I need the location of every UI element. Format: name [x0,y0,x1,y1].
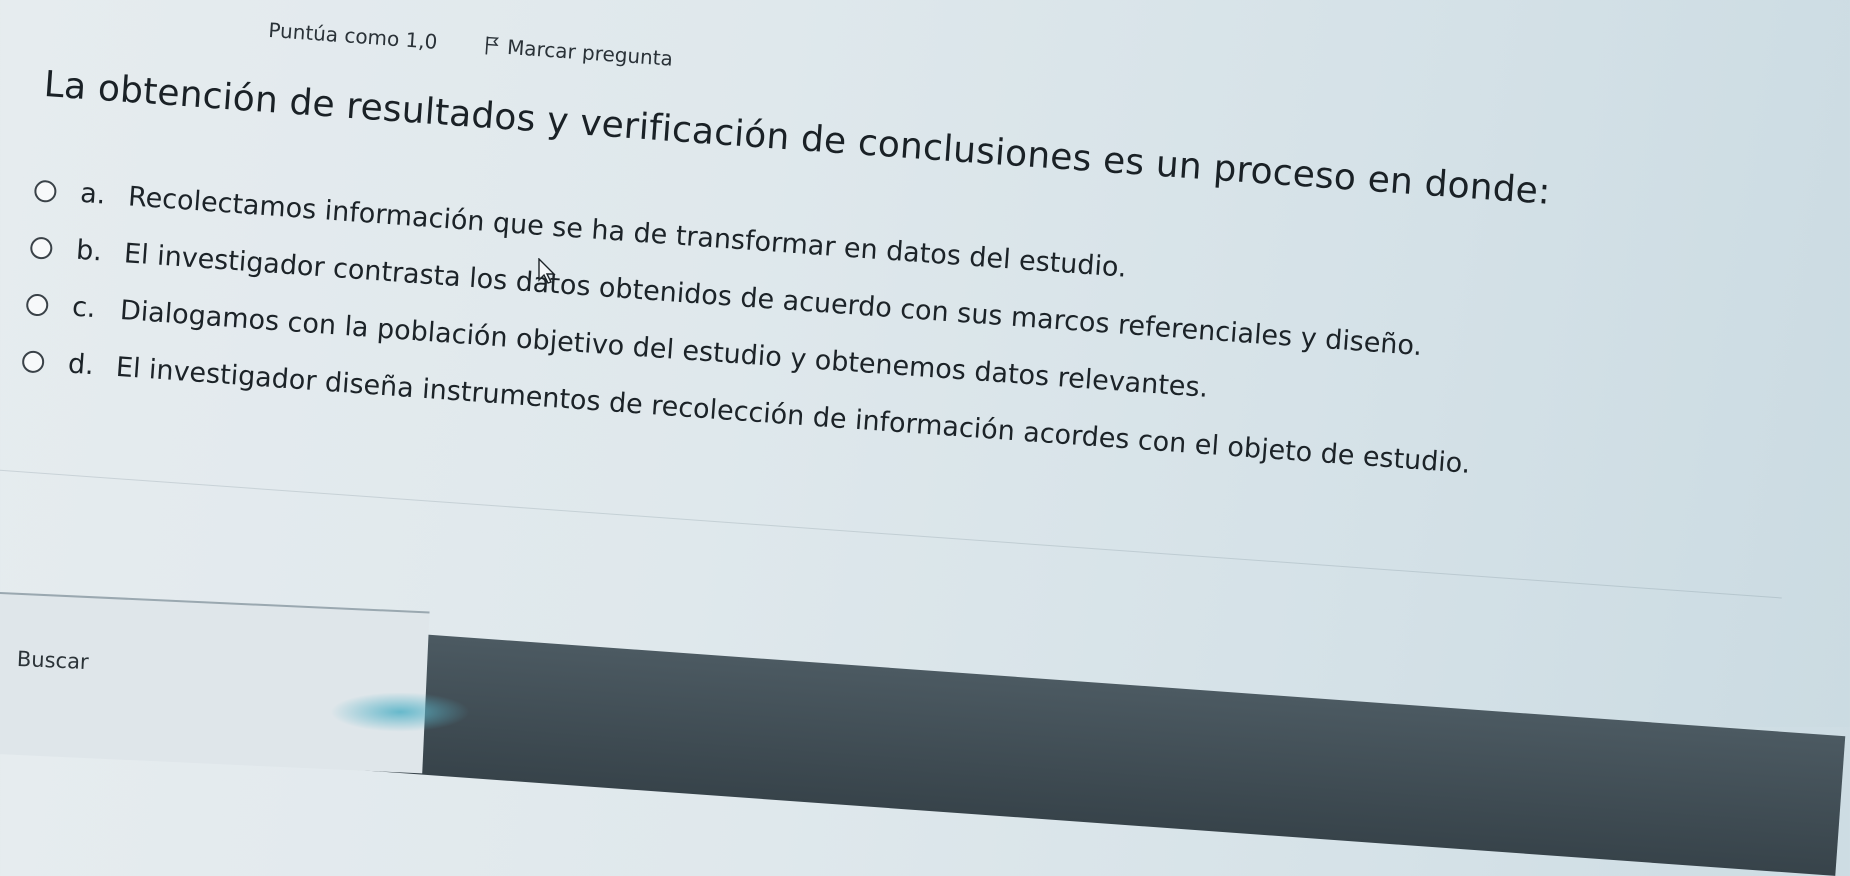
radio-button-c[interactable] [25,292,50,317]
radio-button-a[interactable] [33,179,58,203]
screen: Puntúa como 1,0 Marcar pregunta La obten… [0,0,1850,876]
option-letter: d. [66,348,95,382]
option-letter: c. [71,291,97,325]
mouse-cursor-icon [538,258,556,284]
answer-options: a. Recolectamos información que se ha de… [20,162,1782,515]
option-letter: a. [79,177,107,211]
flag-question-link[interactable]: Marcar pregunta [484,33,674,71]
taskbar-app-icon[interactable] [330,692,470,732]
search-label: Buscar [16,646,90,675]
taskbar-search-box[interactable]: Buscar [0,592,430,774]
flag-icon [485,36,500,55]
flag-question-label: Marcar pregunta [506,34,674,71]
option-letter: b. [75,234,104,268]
radio-button-d[interactable] [21,349,45,374]
radio-button-b[interactable] [29,235,54,260]
question-meta: Puntúa como 1,0 Marcar pregunta [268,18,674,71]
score-label: Puntúa como 1,0 [267,17,439,54]
